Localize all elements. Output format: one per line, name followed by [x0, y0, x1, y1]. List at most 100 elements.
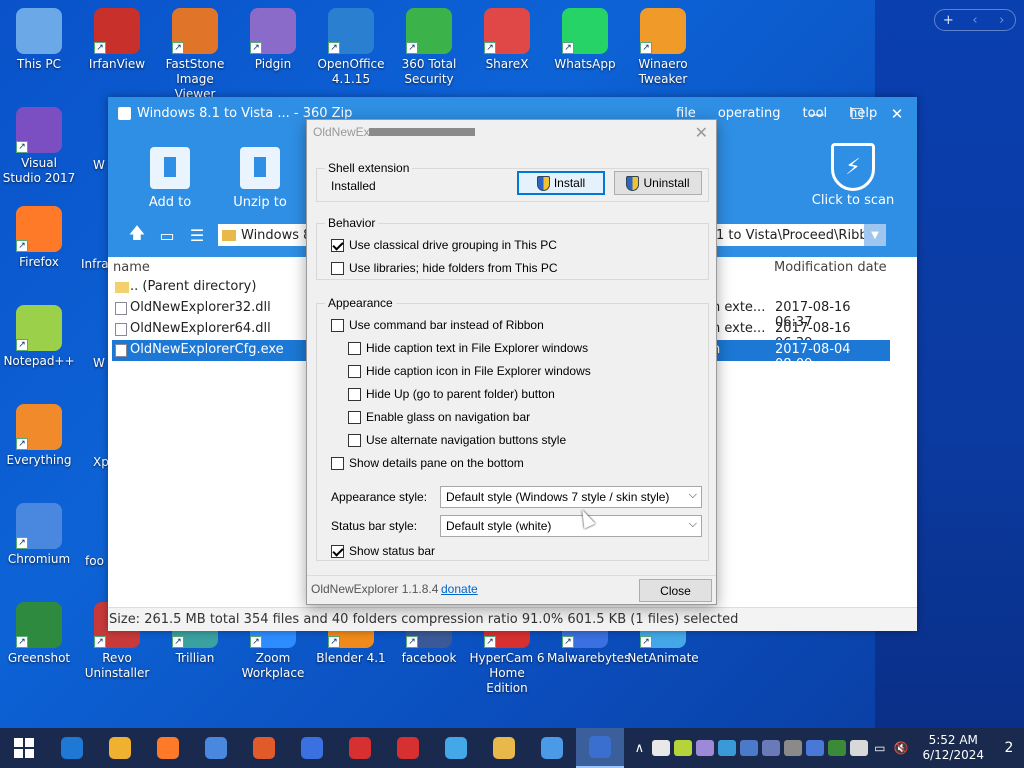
app-icon [397, 737, 419, 759]
checkbox-box[interactable] [331, 238, 344, 252]
taskbar-app-button[interactable] [240, 728, 288, 768]
checkbox-box[interactable] [331, 261, 344, 275]
unzip-to-button[interactable]: Unzip to [225, 147, 295, 210]
add-to-button[interactable]: Add to [135, 147, 205, 210]
taskbar-app-button[interactable] [48, 728, 96, 768]
address-bar-right[interactable]: 1 to Vista\Proceed\Ribbc [712, 224, 886, 246]
desktop-icon[interactable]: ↗ Notepad++ [1, 305, 77, 369]
checkbox-box[interactable] [348, 364, 361, 378]
prev-icon[interactable]: ‹ [962, 13, 989, 28]
taskbar-app-button[interactable] [432, 728, 480, 768]
desktop-icon-label: Pidgin [254, 57, 292, 71]
volume-muted-icon[interactable]: 🔇 [894, 741, 909, 755]
taskbar-app-button[interactable] [96, 728, 144, 768]
taskbar-app-button[interactable] [576, 728, 624, 768]
tray-icon[interactable] [828, 740, 847, 756]
install-button[interactable]: Install [517, 171, 605, 195]
appearance-style-select[interactable]: Default style (Windows 7 style / skin st… [440, 486, 702, 508]
option-checkbox[interactable]: Hide caption text in File Explorer windo… [348, 341, 588, 355]
minimize-icon[interactable]: — [797, 97, 837, 131]
desktop-icon[interactable]: This PC [1, 8, 77, 72]
option-checkbox[interactable]: Show details pane on the bottom [331, 456, 524, 470]
start-button[interactable] [0, 728, 48, 768]
donate-link[interactable]: donate [441, 582, 478, 596]
close-icon[interactable]: ✕ [877, 97, 917, 131]
close-icon[interactable]: ✕ [695, 123, 708, 143]
taskbar-app-button[interactable] [288, 728, 336, 768]
app-icon: ↗ [484, 8, 530, 54]
oldnewexplorer-dialog[interactable]: OldNewEx ✕ Shell extension Installed Ins… [306, 119, 717, 605]
desktop-icon[interactable]: ↗ IrfanView [79, 8, 155, 72]
chevron-up-icon[interactable]: ∧ [635, 741, 645, 756]
tray-icon[interactable] [696, 740, 715, 756]
checkbox-box[interactable] [348, 410, 361, 424]
checkbox-box[interactable] [348, 341, 361, 355]
list-view-icon[interactable]: ☰ [182, 226, 212, 245]
status-bar-style-select[interactable]: Default style (white) ⌵ [440, 515, 702, 537]
checkbox-box[interactable] [331, 318, 344, 332]
taskbar-app-button[interactable] [336, 728, 384, 768]
option-checkbox[interactable]: Use classical drive grouping in This PC [331, 238, 557, 252]
checkbox-label: Use alternate navigation buttons style [366, 433, 567, 447]
option-checkbox[interactable]: Hide caption icon in File Explorer windo… [348, 364, 591, 378]
tray-icon[interactable] [718, 740, 737, 756]
desktop-icon[interactable]: ↗ FastStone Image Viewer [157, 8, 233, 102]
tray-icon[interactable] [762, 740, 781, 756]
taskbar-app-button[interactable] [480, 728, 528, 768]
tray-icon[interactable] [740, 740, 759, 756]
desktop-icon-label: 360 Total Security [401, 57, 457, 86]
desktop-icon[interactable]: ↗ 360 Total Security [391, 8, 467, 87]
up-arrow-icon[interactable]: 🡅 [122, 222, 152, 249]
show-status-bar-checkbox[interactable]: Show status bar [331, 544, 435, 558]
desktop-icon[interactable]: ↗ OpenOffice 4.1.15 [313, 8, 389, 87]
thumbnail-view-icon[interactable]: ▭ [152, 226, 182, 245]
checkbox-box[interactable] [331, 544, 344, 558]
tray-icon[interactable] [806, 740, 825, 756]
desktop-icon[interactable]: ↗ Visual Studio 2017 [1, 107, 77, 186]
tray-icon[interactable] [652, 740, 671, 756]
option-checkbox[interactable]: Use libraries; hide folders from This PC [331, 261, 558, 275]
taskbar-app-button[interactable] [384, 728, 432, 768]
close-button[interactable]: Close [639, 579, 712, 602]
option-checkbox[interactable]: Enable glass on navigation bar [348, 410, 530, 424]
option-checkbox[interactable]: Hide Up (go to parent folder) button [348, 387, 555, 401]
column-date[interactable]: Modification date [774, 260, 887, 275]
desktop-icon[interactable]: ↗ Chromium [1, 503, 77, 567]
desktop-icon[interactable]: ↗ Greenshot [1, 602, 77, 666]
taskbar-app-button[interactable] [192, 728, 240, 768]
appearance-style-label: Appearance style: [331, 490, 428, 504]
uninstall-button[interactable]: Uninstall [614, 171, 702, 195]
click-to-scan-button[interactable]: ⚡ Click to scan [808, 143, 898, 208]
network-icon[interactable]: ▭ [874, 741, 885, 755]
tray-icon[interactable] [784, 740, 803, 756]
taskbar-app-button[interactable] [144, 728, 192, 768]
menu-operating[interactable]: operating [718, 106, 781, 121]
taskbar-app-button[interactable] [528, 728, 576, 768]
app-icon: ↗ [16, 206, 62, 252]
add-icon[interactable]: + [935, 13, 962, 28]
notification-center-button[interactable]: 2 [994, 728, 1024, 768]
desktop-icon[interactable]: ↗ Everything [1, 404, 77, 468]
checkbox-box[interactable] [331, 456, 344, 470]
desktop-icon[interactable]: ↗ Pidgin [235, 8, 311, 72]
shortcut-arrow-icon: ↗ [16, 537, 28, 549]
shortcut-arrow-icon: ↗ [16, 240, 28, 252]
tray-icon[interactable] [850, 740, 869, 756]
checkbox-box[interactable] [348, 433, 361, 447]
option-checkbox[interactable]: Use command bar instead of Ribbon [331, 318, 544, 332]
taskbar: ∧ ▭ 🔇 5:52 AM 6/12/2024 2 [0, 728, 1024, 768]
desktop-icon[interactable]: ↗ Winaero Tweaker [625, 8, 701, 87]
desktop-icon-label: Everything [6, 453, 72, 467]
address-dropdown-icon[interactable]: ▼ [864, 224, 886, 246]
desktop-icon[interactable]: ↗ Firefox [1, 206, 77, 270]
next-icon[interactable]: › [988, 13, 1015, 28]
tray-icon[interactable] [674, 740, 693, 756]
desktop-icon[interactable]: ↗ ShareX [469, 8, 545, 72]
column-name[interactable]: name [113, 260, 150, 275]
clock[interactable]: 5:52 AM 6/12/2024 [922, 733, 984, 763]
desktop-icon[interactable]: ↗ WhatsApp [547, 8, 623, 72]
checkbox-box[interactable] [348, 387, 361, 401]
virtual-desktop-controls[interactable]: + ‹ › [934, 9, 1016, 31]
option-checkbox[interactable]: Use alternate navigation buttons style [348, 433, 566, 447]
maximize-icon[interactable]: ☐ [837, 97, 877, 131]
